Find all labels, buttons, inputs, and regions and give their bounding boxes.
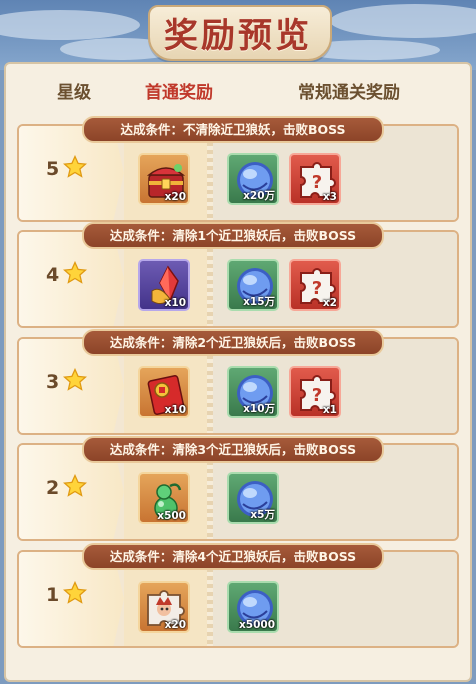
- item-quantity: x2: [322, 297, 337, 309]
- page-title: 奖励预览: [164, 16, 312, 56]
- star-level: 5: [46, 158, 60, 180]
- character-puzzle-icon[interactable]: x20: [138, 581, 190, 633]
- star-icon: [63, 155, 87, 179]
- item-quantity: x5000: [239, 619, 275, 631]
- column-header-first-clear: 首通奖励: [145, 83, 213, 103]
- spirit-orb-icon[interactable]: x5万: [227, 472, 279, 524]
- spirit-orb-icon[interactable]: x5000: [227, 581, 279, 633]
- red-envelope-icon[interactable]: x10: [138, 366, 190, 418]
- item-quantity: x20万: [243, 190, 275, 202]
- crimson-crystal-icon[interactable]: x10: [138, 259, 190, 311]
- jade-gourd-icon[interactable]: x500: [138, 472, 190, 524]
- item-quantity: x10: [164, 297, 186, 309]
- item-quantity: x500: [157, 510, 186, 522]
- mystery-puzzle-icon[interactable]: x2: [289, 259, 341, 311]
- column-header-level: 星级: [57, 83, 91, 103]
- star-icon: [63, 474, 87, 498]
- condition-banner: 达成条件：清除4个近卫狼妖后，击败BOSS: [82, 543, 384, 570]
- star-icon: [63, 368, 87, 392]
- condition-banner: 达成条件：清除2个近卫狼妖后，击败BOSS: [82, 329, 384, 356]
- star-level: 1: [46, 584, 60, 606]
- treasure-chest-icon[interactable]: x20: [138, 153, 190, 205]
- star-level: 4: [46, 264, 60, 286]
- item-quantity: x5万: [250, 509, 275, 521]
- condition-banner: 达成条件：清除1个近卫狼妖后，击败BOSS: [82, 222, 384, 249]
- star-icon: [63, 261, 87, 285]
- spirit-orb-icon[interactable]: x20万: [227, 153, 279, 205]
- item-quantity: x10: [164, 404, 186, 416]
- item-quantity: x1: [322, 404, 337, 416]
- condition-banner: 达成条件：不清除近卫狼妖，击败BOSS: [82, 116, 384, 143]
- item-quantity: x3: [322, 191, 337, 203]
- spirit-orb-icon[interactable]: x15万: [227, 259, 279, 311]
- item-quantity: x15万: [243, 296, 275, 308]
- column-header-normal-clear: 常规通关奖励: [298, 83, 400, 103]
- star-level: 2: [46, 477, 60, 499]
- mystery-puzzle-icon[interactable]: x1: [289, 366, 341, 418]
- star-level: 3: [46, 371, 60, 393]
- condition-banner: 达成条件：清除3个近卫狼妖后，击败BOSS: [82, 436, 384, 463]
- item-quantity: x10万: [243, 403, 275, 415]
- mystery-puzzle-icon[interactable]: x3: [289, 153, 341, 205]
- item-quantity: x20: [164, 191, 186, 203]
- item-quantity: x20: [164, 619, 186, 631]
- spirit-orb-icon[interactable]: x10万: [227, 366, 279, 418]
- star-icon: [63, 581, 87, 605]
